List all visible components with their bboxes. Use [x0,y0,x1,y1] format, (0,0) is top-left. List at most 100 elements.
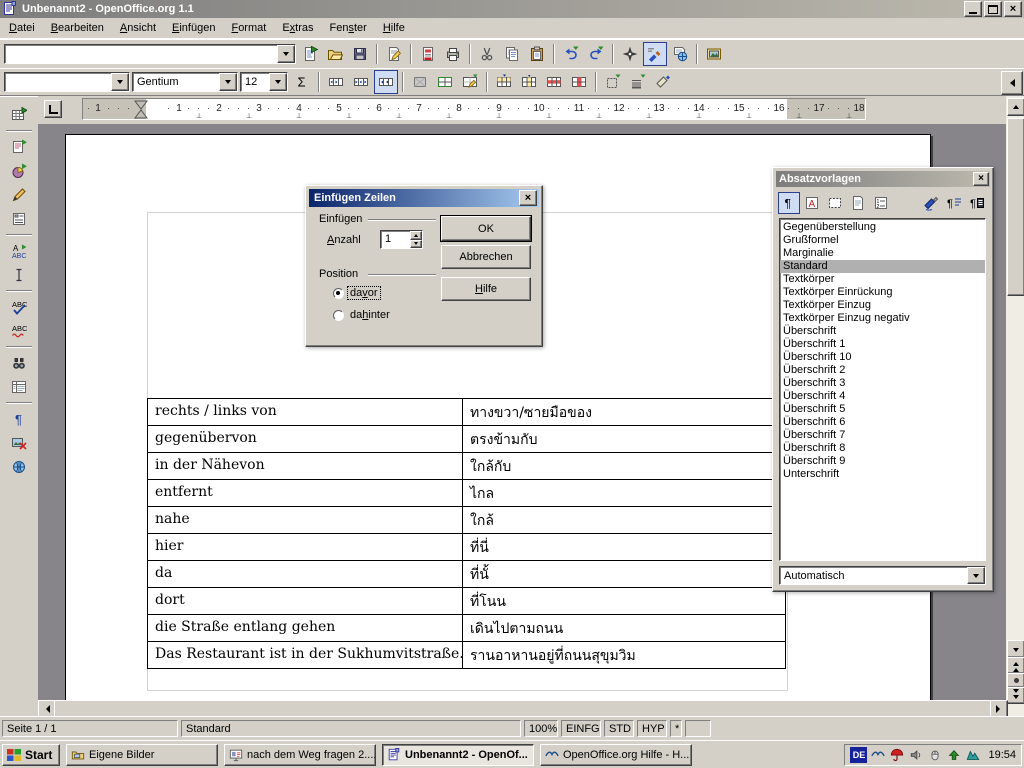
thai-cell[interactable]: ใกล้ [463,507,785,533]
spin-down-icon[interactable] [410,240,422,249]
table-row[interactable]: hierที่นี่ [148,534,785,561]
table-row[interactable]: in der Nähevonใกล้กับ [148,453,785,480]
background-color-icon[interactable] [651,70,675,94]
start-button[interactable]: Start [2,744,60,766]
horizontal-scrollbar[interactable] [38,700,1006,716]
german-cell[interactable]: hier [148,534,463,560]
new-document-icon[interactable] [298,42,322,66]
line-style-icon[interactable] [626,70,650,94]
font-size-combobox[interactable]: 12 [240,72,288,92]
count-spinner[interactable]: 1 [380,230,423,249]
form-functions-icon[interactable] [7,207,31,231]
col-width-proportional-icon[interactable] [349,70,373,94]
german-cell[interactable]: Das Restaurant ist in der Sukhumvitstraß… [148,642,463,668]
character-styles-icon[interactable]: A [801,192,823,214]
menu-ansicht[interactable]: Ansicht [112,19,164,37]
status-cell[interactable]: * [670,720,682,737]
menu-einfügen[interactable]: Einfügen [164,19,223,37]
table-borders-icon[interactable] [433,70,457,94]
menu-fenster[interactable]: Fenster [322,19,375,37]
delete-column-icon[interactable] [567,70,591,94]
autotext-icon[interactable]: AABC [7,239,31,263]
german-cell[interactable]: die Straße entlang gehen [148,615,463,641]
count-value[interactable]: 1 [381,231,410,248]
table-row[interactable]: gegenübervonตรงข้ามกับ [148,426,785,453]
status-cell[interactable]: Seite 1 / 1 [2,720,178,737]
style-list-item[interactable]: Überschrift 6 [780,416,985,429]
german-cell[interactable]: da [148,561,463,587]
tab-type-selector[interactable] [44,100,62,118]
page-styles-icon[interactable] [847,192,869,214]
find-replace-icon[interactable] [7,351,31,375]
insert-column-icon[interactable] [517,70,541,94]
online-layout-icon[interactable] [7,455,31,479]
ok-button[interactable]: OK [441,216,531,241]
radio-after-label[interactable]: dahinter [348,309,392,321]
volume-tray-icon[interactable] [908,747,924,763]
ruler-indent-marker[interactable] [134,100,148,119]
style-filter-value[interactable]: Automatisch [780,567,967,584]
stylist-titlebar[interactable]: Absatzvorlagen × [776,171,990,187]
style-list[interactable]: GegenüberstellungGrußformelMarginalieSta… [779,218,986,561]
print-icon[interactable] [441,42,465,66]
insert-rows-dialog[interactable]: Einfügen Zeilen × Einfügen Anzahl 1 Posi… [305,185,543,347]
dialog-close-button[interactable]: × [519,190,537,206]
table-row[interactable]: entferntไกล [148,480,785,507]
border-style-icon[interactable] [601,70,625,94]
scroll-up-button[interactable] [1007,98,1024,116]
scroll-down-button[interactable] [1007,640,1024,658]
previous-page-button[interactable] [1007,657,1024,674]
thai-cell[interactable]: ตรงข้ามกับ [463,426,785,452]
dropdown-arrow-icon[interactable] [219,73,237,91]
style-list-item[interactable]: Gegenüberstellung [780,221,985,234]
style-list-item[interactable]: Überschrift 8 [780,442,985,455]
style-list-item[interactable]: Marginalie [780,247,985,260]
radio-before-label[interactable]: davor [348,287,380,299]
style-list-item[interactable]: Grußformel [780,234,985,247]
nonprinting-characters-icon[interactable]: ¶ [7,407,31,431]
numbering-styles-icon[interactable]: 12 [870,192,892,214]
stylist-icon[interactable] [643,42,667,66]
font-name-value[interactable]: Gentium [133,73,219,91]
delete-row-icon[interactable] [542,70,566,94]
mouse-tray-tray-icon[interactable] [927,747,943,763]
update-tray-tray-icon[interactable] [946,747,962,763]
style-list-item[interactable]: Überschrift 5 [780,403,985,416]
thai-cell[interactable]: รานอาหานอยู่ที่ถนนสุขุมวิม [463,642,785,668]
cancel-button[interactable]: Abbrechen [441,245,531,269]
paste-icon[interactable] [525,42,549,66]
help-button[interactable]: Hilfe [441,277,531,301]
status-cell[interactable]: EINFG [561,720,601,737]
paragraph-style-combobox[interactable] [4,72,130,92]
window-titlebar[interactable]: Unbenannt2 - OpenOffice.org 1.1 × [0,0,1024,18]
copy-icon[interactable] [500,42,524,66]
thai-cell[interactable]: ที่นั้ [463,561,785,587]
insert-object-icon[interactable] [7,159,31,183]
fill-format-mode-icon[interactable] [920,192,942,214]
autospellcheck-icon[interactable]: ABC [7,319,31,343]
spellcheck-icon[interactable]: ABC [7,295,31,319]
thai-cell[interactable]: ที่โนน [463,588,785,614]
navigation-button[interactable] [1007,673,1024,688]
avira-tray-icon[interactable] [889,747,905,763]
style-list-item[interactable]: Textkörper Einzug [780,299,985,312]
keyboard-layout-indicator[interactable]: DE [850,747,867,763]
data-sources-icon[interactable] [7,375,31,399]
paragraph-style-value[interactable] [5,73,111,91]
dropdown-arrow-icon[interactable] [277,45,295,63]
style-list-item[interactable]: Überschrift 10 [780,351,985,364]
style-list-item[interactable]: Überschrift [780,325,985,338]
stylist-close-button[interactable]: × [973,172,989,186]
update-style-icon[interactable]: ¶ [966,192,988,214]
dropdown-arrow-icon[interactable] [111,73,129,91]
maximize-button[interactable] [984,1,1002,17]
save-icon[interactable] [348,42,372,66]
graphics-onoff-icon[interactable] [7,431,31,455]
frame-styles-icon[interactable] [824,192,846,214]
style-list-item[interactable]: Textkörper Einzug negativ [780,312,985,325]
cell-shading-icon[interactable] [408,70,432,94]
vocabulary-table[interactable]: rechts / links vonทางขวา/ซายมือของgegenü… [147,398,786,669]
menu-format[interactable]: Format [223,19,274,37]
menu-extras[interactable]: Extras [274,19,321,37]
paragraph-styles-icon[interactable]: ¶ [778,192,800,214]
